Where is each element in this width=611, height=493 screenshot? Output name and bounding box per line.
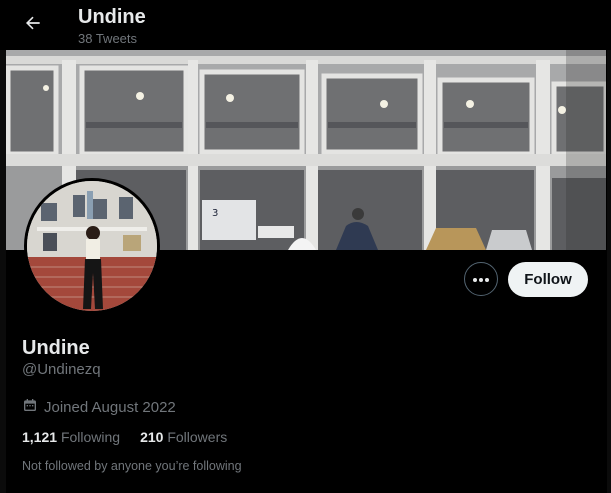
header-title: Undine <box>78 6 146 28</box>
follow-button[interactable]: Follow <box>508 262 588 297</box>
more-dots-icon <box>472 270 490 288</box>
profile-handle: @Undinezq <box>22 361 101 378</box>
following-link[interactable]: 1,121 Following <box>22 429 120 445</box>
window-edge-right <box>607 0 611 493</box>
followers-label: Followers <box>167 429 228 445</box>
more-options-button[interactable] <box>464 262 498 296</box>
svg-text:3: 3 <box>212 208 218 219</box>
back-button[interactable] <box>16 8 50 42</box>
avatar-photo <box>27 181 157 311</box>
profile-display-name: Undine <box>22 337 90 359</box>
arrow-left-icon <box>23 13 43 38</box>
profile-avatar[interactable] <box>24 178 160 314</box>
following-label: Following <box>60 429 121 445</box>
tweet-count: 38 Tweets <box>78 31 138 46</box>
joined-date-text: Joined August 2022 <box>44 398 176 416</box>
following-count: 1,121 <box>22 429 58 445</box>
followers-count: 210 <box>140 429 164 445</box>
calendar-icon <box>22 397 38 417</box>
followers-link[interactable]: 210 Followers <box>140 429 227 445</box>
follow-counts: 1,121 Following 210 Followers <box>22 429 227 445</box>
followed-by-note: Not followed by anyone you’re following <box>22 459 242 473</box>
joined-date: Joined August 2022 <box>22 397 176 417</box>
profile-header-bar: Undine 38 Tweets <box>0 0 611 50</box>
